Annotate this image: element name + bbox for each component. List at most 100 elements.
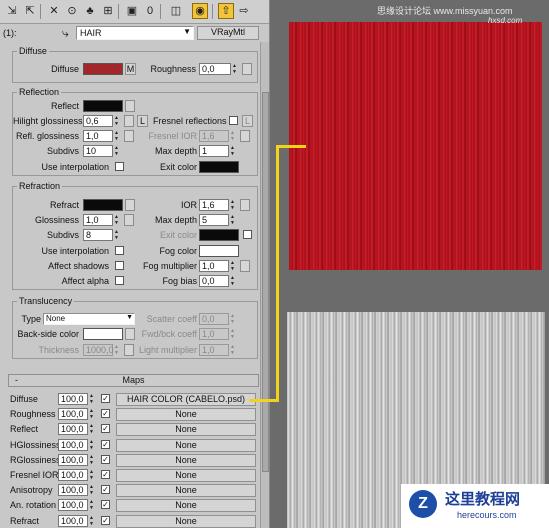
- map-enabled-checkbox[interactable]: ✓: [101, 409, 110, 419]
- assign-icon[interactable]: ✕: [46, 3, 62, 19]
- refr-exit-color-checkbox[interactable]: [243, 230, 252, 239]
- chevron-down-icon[interactable]: ▼: [183, 27, 191, 36]
- show-map-icon[interactable]: ◫: [168, 3, 184, 19]
- refl-max-depth-spinner[interactable]: ▲ ▼: [230, 145, 237, 157]
- map-enabled-checkbox[interactable]: ✓: [101, 470, 110, 479]
- map-slot-button[interactable]: None: [116, 469, 256, 482]
- refr-glossiness-spinner[interactable]: ▲ ▼: [114, 214, 121, 226]
- hilight-glossiness-input[interactable]: 0,6: [83, 115, 113, 127]
- hilight-glossiness-spinner[interactable]: ▲ ▼: [114, 115, 121, 127]
- refr-subdivs-spinner[interactable]: ▲ ▼: [114, 229, 121, 241]
- put-to-scene-icon[interactable]: ⇱: [22, 3, 38, 19]
- refl-subdivs-spinner[interactable]: ▲ ▼: [114, 145, 121, 157]
- get-material-icon[interactable]: ⇲: [4, 3, 20, 19]
- scatter-coeff-input[interactable]: 0,0: [199, 313, 229, 325]
- refl-glossiness-map-button[interactable]: [124, 130, 134, 142]
- refl-use-interpolation-checkbox[interactable]: [115, 162, 124, 171]
- translucency-type-dropdown[interactable]: None ▼: [43, 313, 135, 325]
- material-type-button[interactable]: VRayMtl: [197, 26, 259, 40]
- map-amount-spinner[interactable]: ▲ ▼: [89, 393, 96, 405]
- map-amount-spinner[interactable]: ▲ ▼: [89, 515, 96, 527]
- refl-glossiness-spinner[interactable]: ▲ ▼: [114, 130, 121, 142]
- ior-input[interactable]: 1,6: [199, 199, 229, 211]
- light-multiplier-spinner[interactable]: ▲ ▼: [230, 344, 237, 356]
- go-to-parent-icon[interactable]: ⇧: [218, 3, 234, 19]
- map-enabled-checkbox[interactable]: ✓: [101, 439, 110, 449]
- refr-exit-color-swatch[interactable]: [199, 229, 239, 241]
- fresnel-ior-input[interactable]: 1,6: [199, 130, 229, 142]
- roughness-map-button[interactable]: [242, 63, 252, 75]
- map-enabled-checkbox[interactable]: ✓: [101, 454, 110, 464]
- map-amount-spinner[interactable]: ▲ ▼: [89, 439, 96, 451]
- put-to-library-icon[interactable]: ▣: [124, 3, 140, 19]
- refr-max-depth-input[interactable]: 5: [199, 214, 229, 226]
- chevron-down-icon[interactable]: ▼: [126, 314, 133, 321]
- reflect-color-swatch[interactable]: [83, 100, 123, 112]
- map-amount-spinner[interactable]: ▲ ▼: [89, 408, 96, 420]
- thickness-spinner[interactable]: ▲ ▼: [114, 344, 121, 356]
- rollout-scrollbar[interactable]: [260, 42, 269, 528]
- fog-multiplier-spinner[interactable]: ▲ ▼: [230, 260, 237, 272]
- go-forward-icon[interactable]: ⇨: [236, 3, 252, 19]
- refr-glossiness-map-button[interactable]: [124, 214, 134, 226]
- ior-spinner[interactable]: ▲ ▼: [230, 199, 237, 211]
- refract-color-swatch[interactable]: [83, 199, 123, 211]
- map-amount-input[interactable]: 100,0: [58, 423, 88, 436]
- refl-glossiness-input[interactable]: 1,0: [83, 130, 113, 142]
- roughness-input[interactable]: 0,0: [199, 63, 231, 75]
- map-amount-input[interactable]: 100,0: [58, 453, 88, 466]
- maps-rollout-header[interactable]: - Maps: [8, 374, 259, 387]
- fog-multiplier-input[interactable]: 1,0: [199, 260, 229, 272]
- diffuse-color-swatch[interactable]: [83, 63, 123, 75]
- fresnel-reflections-checkbox[interactable]: [229, 116, 238, 125]
- map-amount-input[interactable]: 100,0: [58, 393, 88, 405]
- material-name-field[interactable]: HAIR ▼: [76, 26, 194, 40]
- map-slot-button[interactable]: None: [116, 514, 256, 528]
- fog-bias-spinner[interactable]: ▲ ▼: [230, 275, 237, 287]
- map-slot-button[interactable]: None: [116, 438, 256, 452]
- refr-subdivs-input[interactable]: 8: [83, 229, 113, 241]
- show-end-result-icon[interactable]: ◉: [192, 3, 208, 19]
- map-slot-button[interactable]: None: [116, 423, 256, 437]
- scrollbar-thumb[interactable]: [262, 92, 269, 472]
- map-amount-input[interactable]: 100,0: [58, 514, 88, 527]
- light-multiplier-input[interactable]: 1,0: [199, 344, 229, 356]
- map-amount-spinner[interactable]: ▲ ▼: [89, 484, 96, 496]
- fwd-bck-coeff-input[interactable]: 1,0: [199, 328, 229, 340]
- refr-use-interpolation-checkbox[interactable]: [115, 246, 124, 255]
- map-slot-button[interactable]: None: [116, 408, 256, 422]
- fog-color-swatch[interactable]: [199, 245, 239, 257]
- map-slot-button[interactable]: None: [116, 453, 256, 467]
- effects-channel-icon[interactable]: 0: [142, 3, 158, 19]
- map-amount-input[interactable]: 100,0: [58, 499, 88, 512]
- unique-icon[interactable]: ⊞: [100, 3, 116, 19]
- map-slot-button[interactable]: None: [116, 499, 256, 513]
- diffuse-map-button[interactable]: M: [125, 63, 136, 75]
- lock-button[interactable]: L: [137, 115, 148, 127]
- refr-glossiness-input[interactable]: 1,0: [83, 214, 113, 226]
- reset-icon[interactable]: ⊙: [64, 3, 80, 19]
- ior-map-button[interactable]: [240, 199, 250, 211]
- map-enabled-checkbox[interactable]: ✓: [101, 424, 110, 434]
- map-amount-input[interactable]: 100,0: [58, 438, 88, 451]
- map-enabled-checkbox[interactable]: ✓: [101, 394, 110, 403]
- scatter-coeff-spinner[interactable]: ▲ ▼: [230, 313, 237, 325]
- fresnel-ior-map-button[interactable]: [240, 130, 250, 142]
- map-slot-button[interactable]: None: [116, 484, 256, 498]
- refl-max-depth-input[interactable]: 1: [199, 145, 229, 157]
- affect-shadows-checkbox[interactable]: [115, 261, 124, 270]
- map-amount-spinner[interactable]: ▲ ▼: [89, 454, 96, 466]
- map-amount-input[interactable]: 100,0: [58, 484, 88, 497]
- map-enabled-checkbox[interactable]: ✓: [101, 500, 110, 510]
- map-amount-input[interactable]: 100,0: [58, 408, 88, 421]
- fwd-bck-coeff-spinner[interactable]: ▲ ▼: [230, 328, 237, 340]
- map-amount-spinner[interactable]: ▲ ▼: [89, 469, 96, 481]
- map-slot-button[interactable]: HAIR COLOR (CABELO.psd): [116, 393, 256, 406]
- affect-alpha-checkbox[interactable]: [115, 276, 124, 285]
- reflect-map-button[interactable]: [125, 100, 135, 112]
- make-copy-icon[interactable]: ♣: [82, 3, 98, 19]
- map-amount-spinner[interactable]: ▲ ▼: [89, 423, 96, 435]
- refl-exit-color-swatch[interactable]: [199, 161, 239, 173]
- map-enabled-checkbox[interactable]: ✓: [101, 515, 110, 525]
- back-side-color-swatch[interactable]: [83, 328, 123, 340]
